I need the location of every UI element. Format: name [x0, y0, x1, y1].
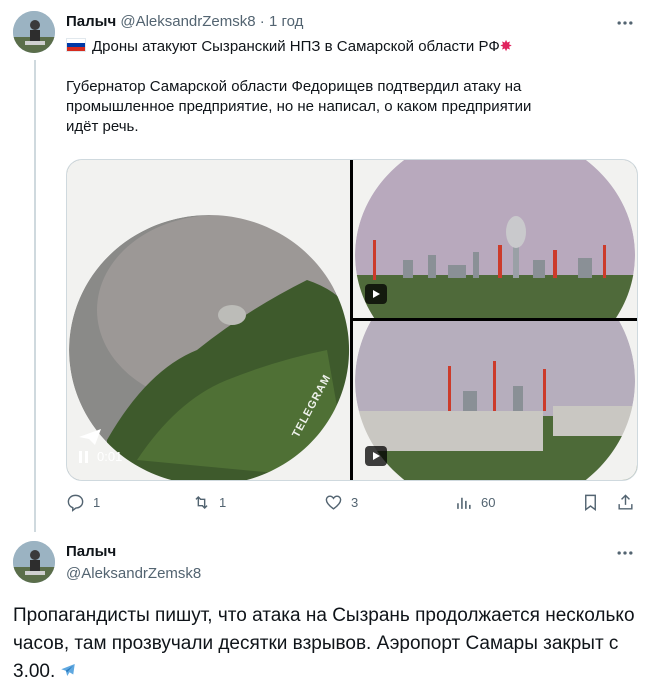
more-options-icon[interactable] — [615, 543, 635, 563]
bookmark-icon — [585, 494, 596, 512]
refinery-behind-buildings-image — [353, 321, 637, 480]
body-line: идёт речь. — [66, 118, 139, 135]
russia-flag-icon — [66, 38, 86, 52]
more-options-icon[interactable] — [615, 13, 635, 33]
views-chart-icon — [457, 497, 471, 509]
refinery-skyline-image — [353, 160, 637, 318]
heart-icon — [325, 495, 342, 510]
view-count: 60 — [481, 495, 496, 510]
author-avatar[interactable] — [13, 11, 55, 53]
author-name[interactable]: Палыч — [66, 543, 116, 560]
body-line: 3.00. — [13, 661, 56, 682]
play-icon[interactable] — [365, 446, 387, 466]
like-count: 3 — [351, 495, 359, 510]
author-handle[interactable]: @AleksandrZemsk8 — [120, 13, 255, 30]
body-line: Губернатор Самарской области Федорищев п… — [66, 78, 522, 95]
tweet-header: Палыч @AleksandrZemsk8 · 1 год — [66, 13, 303, 30]
author-avatar[interactable] — [13, 541, 55, 583]
play-icon[interactable] — [365, 284, 387, 304]
reply-count: 1 — [93, 495, 101, 510]
reply-icon — [67, 494, 84, 512]
tweet-text: Дроны атакуют Сызранский НПЗ в Самарской… — [66, 37, 531, 137]
share-button[interactable] — [616, 493, 635, 512]
smoke-over-trees-image — [67, 160, 350, 480]
video-controls[interactable]: 0:01 — [79, 449, 122, 464]
pause-icon[interactable] — [79, 450, 91, 463]
telegram-logo-icon — [77, 428, 103, 446]
tweet-actions: 1 1 3 60 — [66, 493, 636, 517]
body-line: часов, там прозвучали десятки взрывов. А… — [13, 633, 619, 654]
avatar-image — [13, 11, 55, 53]
repost-button[interactable]: 1 — [192, 493, 226, 512]
headline-text: Дроны атакуют Сызранский НПЗ в Самарской… — [92, 38, 500, 55]
video-elapsed-time: 0:01 — [97, 449, 123, 464]
thread-connector-line — [34, 60, 36, 532]
collision-emoji-icon: ✸ — [499, 38, 513, 55]
like-button[interactable]: 3 — [324, 493, 358, 512]
body-line: промышленное предприятие, но не написал,… — [66, 98, 532, 115]
tweet-text: Пропагандисты пишут, что атака на Сызран… — [13, 602, 635, 686]
media-grid: TELEGRAM 0:01 — [66, 159, 638, 481]
header-separator: · — [259, 13, 265, 30]
body-line-last: 3.00. — [13, 658, 635, 686]
author-handle[interactable]: @AleksandrZemsk8 — [66, 565, 201, 582]
views-button[interactable]: 60 — [454, 493, 495, 512]
airplane-emoji-icon — [57, 660, 79, 678]
share-icon — [618, 494, 633, 510]
bookmark-button[interactable] — [581, 493, 600, 512]
body-line: Пропагандисты пишут, что атака на Сызран… — [13, 605, 635, 626]
repost-count: 1 — [219, 495, 227, 510]
video-thumbnail-main[interactable]: TELEGRAM 0:01 — [67, 160, 350, 480]
video-thumbnail-refinery-bottom[interactable] — [353, 321, 637, 480]
repost-icon — [195, 495, 208, 510]
video-thumbnail-refinery-top[interactable] — [353, 160, 637, 318]
reply-button[interactable]: 1 — [66, 493, 100, 512]
headline-line: Дроны атакуют Сызранский НПЗ в Самарской… — [66, 37, 531, 57]
avatar-image — [13, 541, 55, 583]
tweet-timestamp[interactable]: 1 год — [269, 13, 303, 30]
author-name[interactable]: Палыч — [66, 13, 116, 30]
